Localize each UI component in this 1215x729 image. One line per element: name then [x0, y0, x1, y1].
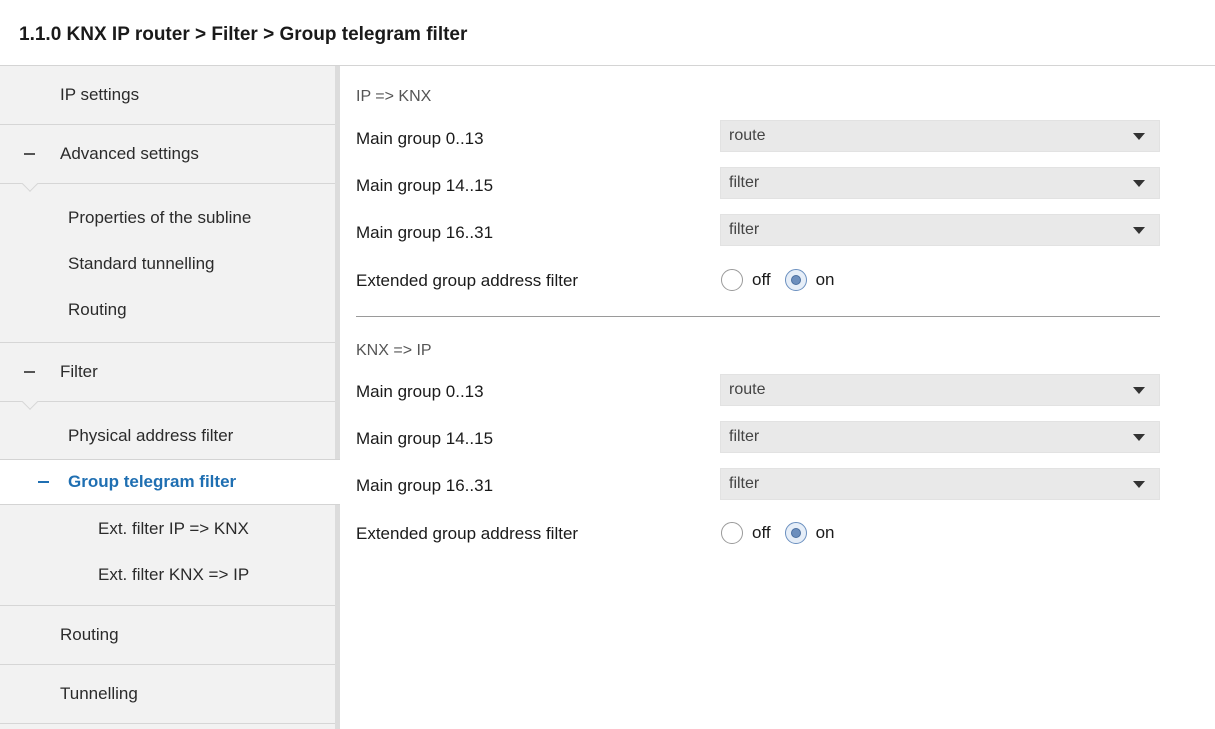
chevron-down-icon	[1133, 387, 1145, 394]
main-group-0-13-label: Main group 0..13	[356, 129, 484, 148]
select-value: route	[729, 127, 766, 144]
main-group-14-15-select[interactable]: filter	[720, 167, 1160, 199]
main-group-0-13-select[interactable]: route	[720, 374, 1160, 406]
chevron-down-icon	[1133, 180, 1145, 187]
main-group-14-15-label: Main group 14..15	[356, 176, 494, 195]
radio-on-label: on	[815, 270, 835, 289]
sidebar-item-label: Physical address filter	[68, 426, 234, 445]
sidebar-item-label: Properties of the subline	[68, 208, 252, 227]
select-value: filter	[729, 428, 760, 445]
sidebar-item-label: IP settings	[60, 85, 140, 104]
sidebar-item-ext-filter-knx-ip[interactable]: Ext. filter KNX => IP	[0, 553, 335, 597]
sidebar-item-routing[interactable]: Routing	[0, 606, 335, 664]
extended-filter-radio-group: off on	[721, 521, 849, 545]
section-heading-knx-to-ip: KNX => IP	[356, 342, 432, 359]
extended-filter-label: Extended group address filter	[356, 524, 579, 543]
sidebar-item-tunnelling[interactable]: Tunnelling	[0, 665, 335, 723]
sidebar: IP settings Advanced settings Properties…	[0, 66, 340, 729]
main-group-16-31-select[interactable]: filter	[720, 468, 1160, 500]
sidebar-item-label: Filter	[60, 362, 98, 381]
section-divider	[356, 316, 1160, 317]
sidebar-item-ip-settings[interactable]: IP settings	[0, 66, 335, 124]
sidebar-item-label: Group telegram filter	[68, 472, 237, 491]
main-group-16-31-label: Main group 16..31	[356, 223, 494, 242]
divider	[0, 401, 335, 402]
sidebar-item-standard-tunnelling[interactable]: Standard tunnelling	[0, 242, 335, 286]
sidebar-item-routing-sub[interactable]: Routing	[0, 288, 335, 332]
main-group-14-15-select[interactable]: filter	[720, 421, 1160, 453]
chevron-down-icon	[1133, 133, 1145, 140]
main-panel: IP => KNX Main group 0..13 route Main gr…	[340, 66, 1215, 729]
extended-filter-radio-group: off on	[721, 268, 849, 292]
radio-off-label: off	[752, 270, 771, 289]
sidebar-item-label: Ext. filter IP => KNX	[98, 519, 249, 538]
sidebar-item-group-telegram-filter[interactable]: Group telegram filter	[0, 459, 340, 505]
sidebar-item-label: Advanced settings	[60, 144, 199, 163]
radio-off-label: off	[752, 523, 771, 542]
section-heading-ip-to-knx: IP => KNX	[356, 88, 432, 105]
select-value: filter	[729, 174, 760, 191]
chevron-down-icon	[1133, 227, 1145, 234]
radio-off[interactable]	[721, 269, 743, 291]
sidebar-item-label: Standard tunnelling	[68, 254, 215, 273]
main-group-14-15-label: Main group 14..15	[356, 429, 494, 448]
radio-on[interactable]	[784, 269, 807, 291]
page-title: 1.1.0 KNX IP router > Filter > Group tel…	[19, 24, 468, 45]
notch-icon	[20, 183, 40, 193]
divider	[0, 723, 335, 724]
sidebar-item-filter[interactable]: Filter	[0, 343, 335, 401]
collapse-icon[interactable]	[38, 481, 49, 483]
collapse-icon[interactable]	[24, 153, 35, 155]
main-group-0-13-label: Main group 0..13	[356, 382, 484, 401]
chevron-down-icon	[1133, 434, 1145, 441]
radio-off[interactable]	[721, 522, 743, 544]
extended-filter-label: Extended group address filter	[356, 271, 579, 290]
sidebar-item-ext-filter-ip-knx[interactable]: Ext. filter IP => KNX	[0, 507, 335, 551]
sidebar-item-label: Ext. filter KNX => IP	[98, 565, 250, 584]
select-value: filter	[729, 475, 760, 492]
sidebar-item-label: Routing	[68, 300, 127, 319]
main-group-16-31-label: Main group 16..31	[356, 476, 494, 495]
main-group-0-13-select[interactable]: route	[720, 120, 1160, 152]
select-value: filter	[729, 221, 760, 238]
sidebar-item-label: Routing	[60, 625, 119, 644]
sidebar-item-advanced-settings[interactable]: Advanced settings	[0, 125, 335, 183]
radio-on[interactable]	[784, 522, 807, 544]
sidebar-item-physical-address-filter[interactable]: Physical address filter	[0, 414, 335, 458]
collapse-icon[interactable]	[24, 371, 35, 373]
chevron-down-icon	[1133, 481, 1145, 488]
sidebar-item-properties-subline[interactable]: Properties of the subline	[0, 196, 335, 240]
select-value: route	[729, 381, 766, 398]
radio-on-label: on	[815, 523, 835, 542]
divider	[0, 183, 335, 184]
sidebar-item-label: Tunnelling	[60, 684, 138, 703]
notch-icon	[20, 401, 40, 411]
title-bar: 1.1.0 KNX IP router > Filter > Group tel…	[0, 0, 1215, 66]
main-group-16-31-select[interactable]: filter	[720, 214, 1160, 246]
